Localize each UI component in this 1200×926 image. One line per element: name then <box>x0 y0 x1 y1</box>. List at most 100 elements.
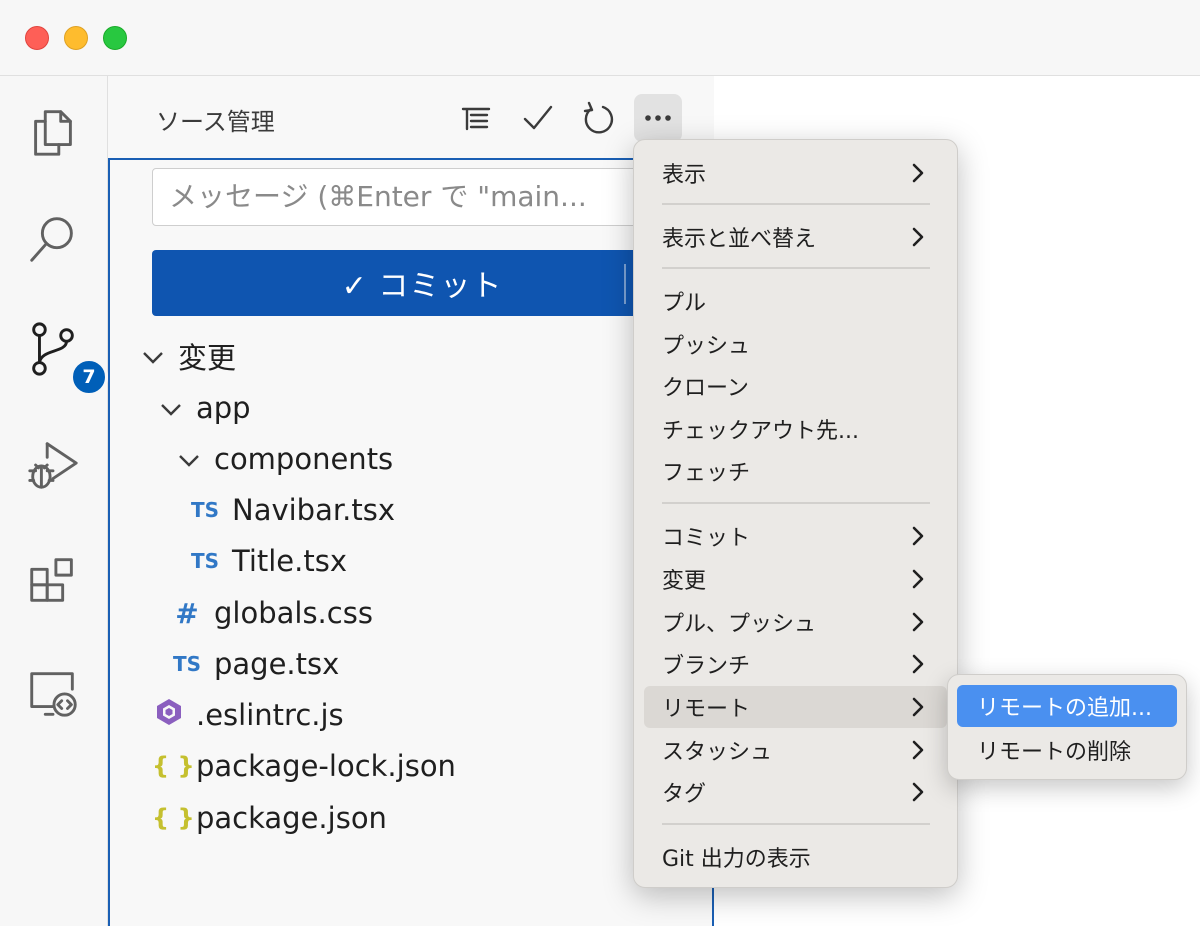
chevron-right-icon <box>907 226 929 248</box>
changes-group[interactable]: 変更 <box>140 334 236 378</box>
commit-message-input[interactable]: メッセージ (⌘Enter で "main... <box>152 168 672 226</box>
menu-item-label: Git 出力の表示 <box>662 847 811 872</box>
chevron-down-icon <box>176 446 202 472</box>
folder-label: components <box>214 442 394 476</box>
menu-item-view-sort[interactable]: 表示と並べ替え <box>644 216 947 258</box>
zoom-window-button[interactable] <box>103 26 127 50</box>
menu-item-label: スタッシュ <box>662 740 773 765</box>
remote-explorer-button[interactable] <box>18 658 88 728</box>
json-braces-icon: { } <box>152 804 195 832</box>
refresh-button[interactable] <box>574 94 622 142</box>
menu-item-label: プル <box>662 291 707 316</box>
chevron-right-icon <box>907 525 929 547</box>
file-label: package.json <box>196 801 387 835</box>
remote-explorer-icon <box>30 672 77 717</box>
close-window-button[interactable] <box>25 26 49 50</box>
chevron-right-icon <box>907 653 929 675</box>
menu-item-branch[interactable]: ブランチ <box>644 643 947 685</box>
more-actions-menu: 表示 表示と並べ替え プル プッシュ クローン チェックアウト先... フェッチ… <box>633 139 958 888</box>
files-icon <box>34 110 72 156</box>
title-bar <box>0 0 1200 76</box>
chevron-right-icon <box>907 162 929 184</box>
extensions-button[interactable] <box>18 544 88 614</box>
file-label: package-lock.json <box>196 749 456 783</box>
more-actions-button[interactable] <box>634 94 682 142</box>
commit-check-button[interactable] <box>514 94 562 142</box>
chevron-down-icon <box>158 395 184 421</box>
menu-item-fetch[interactable]: フェッチ <box>644 450 947 492</box>
changes-count-badge: 7 <box>70 358 108 396</box>
chevron-right-icon <box>907 611 929 633</box>
typescript-icon: TS <box>172 652 202 676</box>
menu-item-remote[interactable]: リモート <box>644 686 947 728</box>
menu-item-label: ブランチ <box>662 654 751 679</box>
file-label: Title.tsx <box>232 544 348 578</box>
menu-item-label: コミット <box>662 526 751 551</box>
menu-item-commit[interactable]: コミット <box>644 515 947 557</box>
typescript-icon: TS <box>190 549 220 573</box>
menu-item-label: 表示 <box>662 163 707 188</box>
file-label: globals.css <box>214 596 373 630</box>
menu-item-clone[interactable]: クローン <box>644 365 947 407</box>
typescript-icon: TS <box>190 498 220 522</box>
extensions-icon <box>30 558 73 602</box>
menu-separator <box>662 203 930 205</box>
refresh-icon <box>583 101 614 134</box>
menu-item-label: プル、プッシュ <box>662 612 817 637</box>
commit-button[interactable]: ✓ コミット <box>152 250 692 316</box>
submenu-item-remove-remote[interactable]: リモートの削除 <box>957 729 1177 771</box>
view-as-tree-button[interactable] <box>452 94 500 142</box>
chevron-right-icon <box>907 739 929 761</box>
menu-item-changes[interactable]: 変更 <box>644 558 947 600</box>
file-label: .eslintrc.js <box>196 698 344 732</box>
submenu-item-add-remote[interactable]: リモートの追加... <box>957 685 1177 727</box>
menu-item-label: 変更 <box>662 569 707 594</box>
folder-app[interactable]: app <box>158 386 251 430</box>
run-debug-button[interactable] <box>18 430 88 500</box>
changes-group-label: 変更 <box>178 341 237 375</box>
source-control-button[interactable]: 7 <box>18 314 108 396</box>
run-debug-icon <box>28 442 78 489</box>
file-label: page.tsx <box>214 647 340 681</box>
menu-separator <box>662 823 930 825</box>
ellipsis-icon <box>645 115 671 121</box>
menu-item-push[interactable]: プッシュ <box>644 323 947 365</box>
file-eslintrc[interactable]: .eslintrc.js <box>152 693 344 737</box>
menu-item-pull-push[interactable]: プル、プッシュ <box>644 601 947 643</box>
file-title[interactable]: TS Title.tsx <box>188 539 347 583</box>
remote-submenu: リモートの追加... リモートの削除 <box>947 674 1187 780</box>
menu-item-git-output[interactable]: Git 出力の表示 <box>644 836 947 878</box>
submenu-item-label: リモートの削除 <box>977 740 1132 765</box>
commit-button-label: ✓ コミット <box>341 269 503 304</box>
chevron-down-icon <box>140 343 166 369</box>
folder-components[interactable]: components <box>176 437 393 481</box>
sidebar-header: ソース管理 <box>108 76 714 158</box>
menu-item-view[interactable]: 表示 <box>644 152 947 194</box>
search-button[interactable] <box>18 204 88 274</box>
css-hash-icon: # <box>175 596 199 630</box>
eslint-icon <box>152 697 186 734</box>
file-package[interactable]: { } package.json <box>152 796 387 840</box>
menu-item-label: リモート <box>662 697 751 722</box>
menu-item-stash[interactable]: スタッシュ <box>644 729 947 771</box>
file-navibar[interactable]: TS Navibar.tsx <box>188 488 395 532</box>
file-globals[interactable]: # globals.css <box>170 591 373 635</box>
chevron-right-icon <box>907 696 929 718</box>
source-control-sidebar: ソース管理 メッセージ (⌘Enter で "main... ✓ コミット 変更… <box>108 76 714 926</box>
menu-item-label: 表示と並べ替え <box>662 227 817 252</box>
chevron-right-icon <box>907 568 929 590</box>
file-page[interactable]: TS page.tsx <box>170 642 339 686</box>
menu-item-pull[interactable]: プル <box>644 280 947 322</box>
menu-item-tag[interactable]: タグ <box>644 771 947 813</box>
menu-item-label: クローン <box>662 376 749 401</box>
menu-separator <box>662 267 930 269</box>
explorer-button[interactable] <box>18 96 88 166</box>
file-package-lock[interactable]: { } package-lock.json <box>152 744 456 788</box>
minimize-window-button[interactable] <box>64 26 88 50</box>
submenu-item-label: リモートの追加... <box>977 696 1152 721</box>
search-icon <box>30 217 73 262</box>
chevron-right-icon <box>907 781 929 803</box>
commit-dropdown-separator <box>624 264 626 304</box>
menu-item-label: チェックアウト先... <box>662 419 859 444</box>
menu-item-checkout[interactable]: チェックアウト先... <box>644 408 947 450</box>
